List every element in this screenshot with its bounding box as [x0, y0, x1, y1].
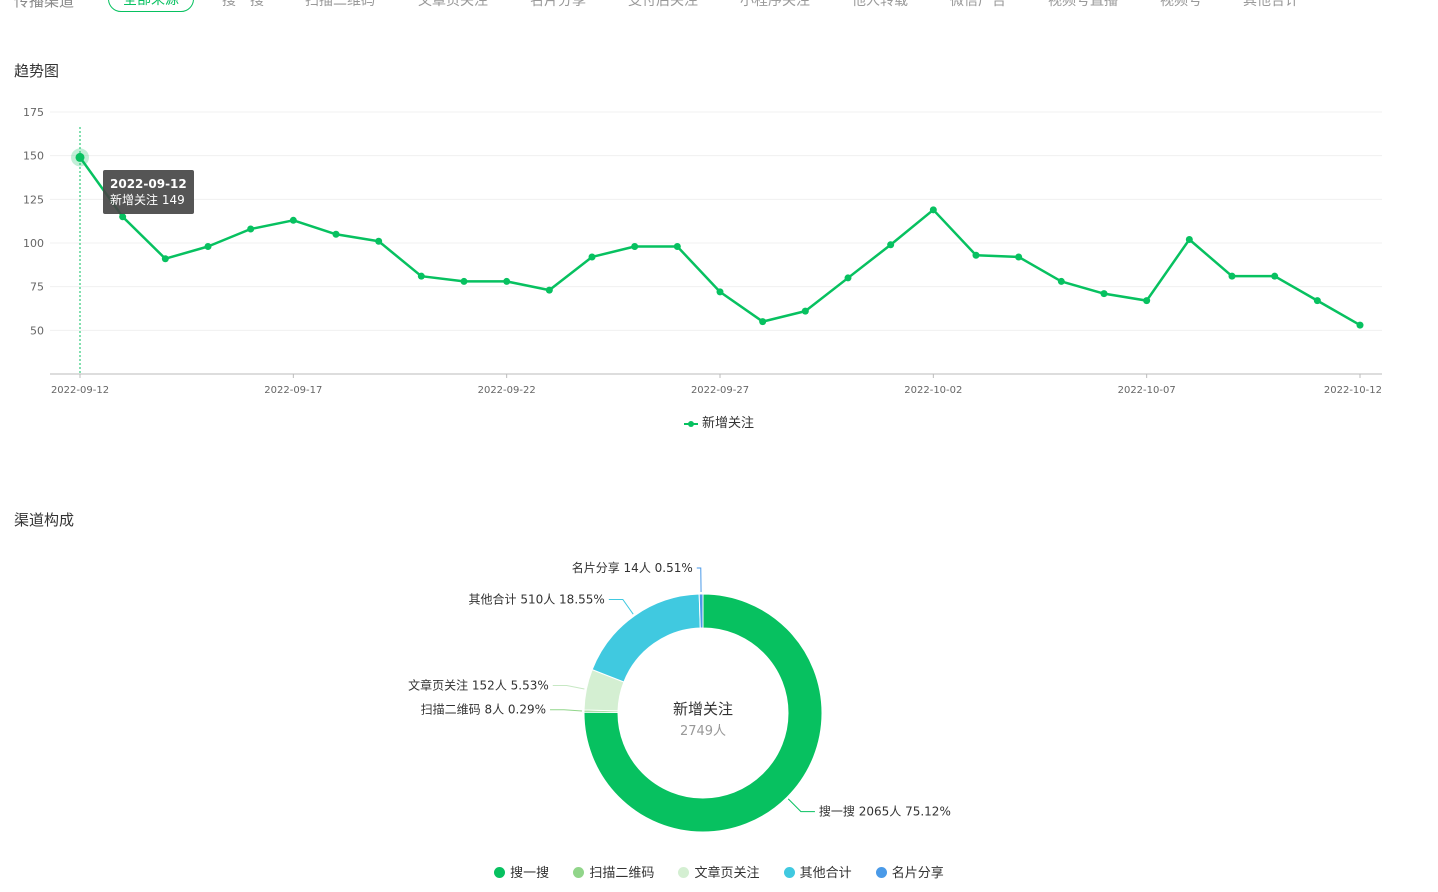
legend-dot-article: [678, 867, 690, 878]
line-legend[interactable]: 新增关注: [0, 412, 1438, 431]
data-point: [75, 152, 85, 162]
trend-title: 趋势图: [14, 62, 60, 80]
slice-label: 扫描二维码 8人 0.29%: [421, 703, 546, 717]
x-tick-label: 2022-09-22: [478, 385, 536, 396]
data-point: [503, 277, 511, 285]
tab-other-total[interactable]: 其他合计: [1243, 0, 1299, 10]
legend-label-other: 其他合计: [799, 866, 852, 881]
x-tick-label: 2022-09-27: [691, 385, 749, 396]
legend-item-search[interactable]: 搜一搜: [494, 862, 549, 881]
legend-item-article[interactable]: 文章页关注: [678, 862, 760, 881]
y-tick-label: 50: [30, 324, 44, 337]
tab-miniprogram[interactable]: 小程序关注: [740, 0, 810, 10]
series-line-new-followers: [78, 156, 1361, 327]
y-tick-label: 125: [23, 193, 44, 206]
data-point: [161, 255, 169, 263]
slice-leader-line: [550, 709, 583, 712]
donut-slice: [698, 593, 704, 629]
legend-item-card[interactable]: 名片分享: [875, 862, 944, 881]
tab-channels[interactable]: 视频号: [1160, 0, 1202, 10]
tooltip-value: 新增关注 149: [110, 193, 185, 207]
legend-label-article: 文章页关注: [694, 866, 760, 881]
legend-item-qrcode[interactable]: 扫描二维码: [573, 862, 654, 881]
slice-leader-line: [608, 598, 634, 615]
x-tick-label: 2022-10-02: [904, 385, 962, 396]
legend-label-qrcode: 扫描二维码: [589, 866, 655, 881]
legend-dot-search: [494, 867, 506, 878]
data-point: [588, 253, 596, 261]
tab-article[interactable]: 文章页关注: [418, 0, 488, 10]
data-point: [204, 242, 212, 250]
tab-repost[interactable]: 他人转载: [852, 0, 908, 10]
legend-dot-card: [875, 867, 887, 878]
data-point: [844, 274, 852, 282]
trend-line-chart: 50 75 100 125 150 175 2022-09-12 2022-09-17 2022…: [23, 106, 1382, 396]
slice-label: 文章页关注 152人 5.53%: [408, 677, 549, 692]
data-point: [801, 307, 809, 315]
channel-title: 渠道构成: [14, 511, 75, 529]
slice-label: 搜一搜 2065人 75.12%: [819, 804, 951, 819]
data-point: [1015, 253, 1023, 261]
data-point: [1143, 297, 1151, 305]
legend-dot-other: [783, 867, 795, 878]
data-point: [1313, 297, 1321, 305]
x-tick-label: 2022-10-07: [1118, 385, 1176, 396]
tab-card-share[interactable]: 名片分享: [530, 0, 586, 10]
data-point: [759, 318, 767, 326]
slice-label: 其他合计 510人 18.55%: [469, 591, 605, 606]
tooltip-date: 2022-09-12: [110, 177, 187, 191]
channel-label: 传播渠道: [14, 0, 75, 10]
donut-legend: 搜一搜 扫描二维码 文章页关注 其他合计 名片分享: [0, 862, 1438, 881]
data-point: [887, 241, 895, 249]
legend-label-card: 名片分享: [891, 866, 944, 881]
data-point: [1100, 290, 1108, 298]
data-point: [247, 225, 255, 233]
x-tick-label: 2022-10-12: [1324, 385, 1382, 396]
source-tabs: 传播渠道 全部来源 搜一搜 扫描二维码 文章页关注 名片分享 支付后关注 小程序…: [0, 0, 1438, 16]
data-point: [1356, 321, 1364, 329]
legend-label-search: 搜一搜: [510, 866, 550, 881]
tab-payment[interactable]: 支付后关注: [628, 0, 698, 10]
data-point: [460, 277, 468, 285]
donut-center-value: 2749人: [680, 724, 726, 739]
data-point: [631, 242, 639, 250]
data-point: [417, 272, 425, 280]
data-point: [1185, 236, 1193, 244]
y-tick-label: 100: [23, 237, 44, 250]
tab-channels-live[interactable]: 视频号直播: [1048, 0, 1118, 10]
donut-slice: [591, 593, 701, 683]
channel-donut-chart: 搜一搜 2065人 75.12% 扫描二维码 8人 0.29% 文章页关注 152人…: [408, 560, 951, 833]
y-tick-label: 150: [23, 150, 44, 163]
data-point: [929, 206, 937, 214]
slice-label: 名片分享 14人 0.51%: [572, 560, 693, 575]
slice-leader-line: [787, 798, 815, 813]
data-point: [119, 213, 127, 221]
data-point: [332, 230, 340, 238]
slice-leader-line: [552, 684, 585, 690]
data-point: [545, 286, 553, 294]
legend-item-other[interactable]: 其他合计: [783, 862, 852, 881]
donut-center-title: 新增关注: [673, 700, 733, 718]
tab-qrcode[interactable]: 扫描二维码: [305, 0, 375, 10]
data-point: [673, 242, 681, 250]
data-point: [375, 237, 383, 245]
chart-tooltip: 2022-09-12 新增关注 149: [103, 170, 194, 214]
legend-line-marker: [683, 419, 698, 429]
tab-wechat-ads[interactable]: 微信广告: [950, 0, 1006, 10]
data-point: [1228, 272, 1236, 280]
x-tick-label: 2022-09-12: [51, 385, 109, 396]
y-tick-label: 75: [30, 281, 44, 294]
data-point: [1271, 272, 1279, 280]
data-point: [716, 288, 724, 296]
x-tick-label: 2022-09-17: [264, 385, 322, 396]
y-tick-label: 175: [23, 106, 44, 119]
slice-leader-line: [696, 567, 702, 593]
tab-search[interactable]: 搜一搜: [222, 0, 264, 10]
data-point: [1057, 277, 1065, 285]
legend-series-name: 新增关注: [701, 416, 754, 431]
tab-all-sources[interactable]: 全部来源: [108, 0, 194, 12]
data-point: [972, 251, 980, 259]
legend-dot-qrcode: [573, 867, 585, 878]
data-point: [289, 216, 297, 224]
